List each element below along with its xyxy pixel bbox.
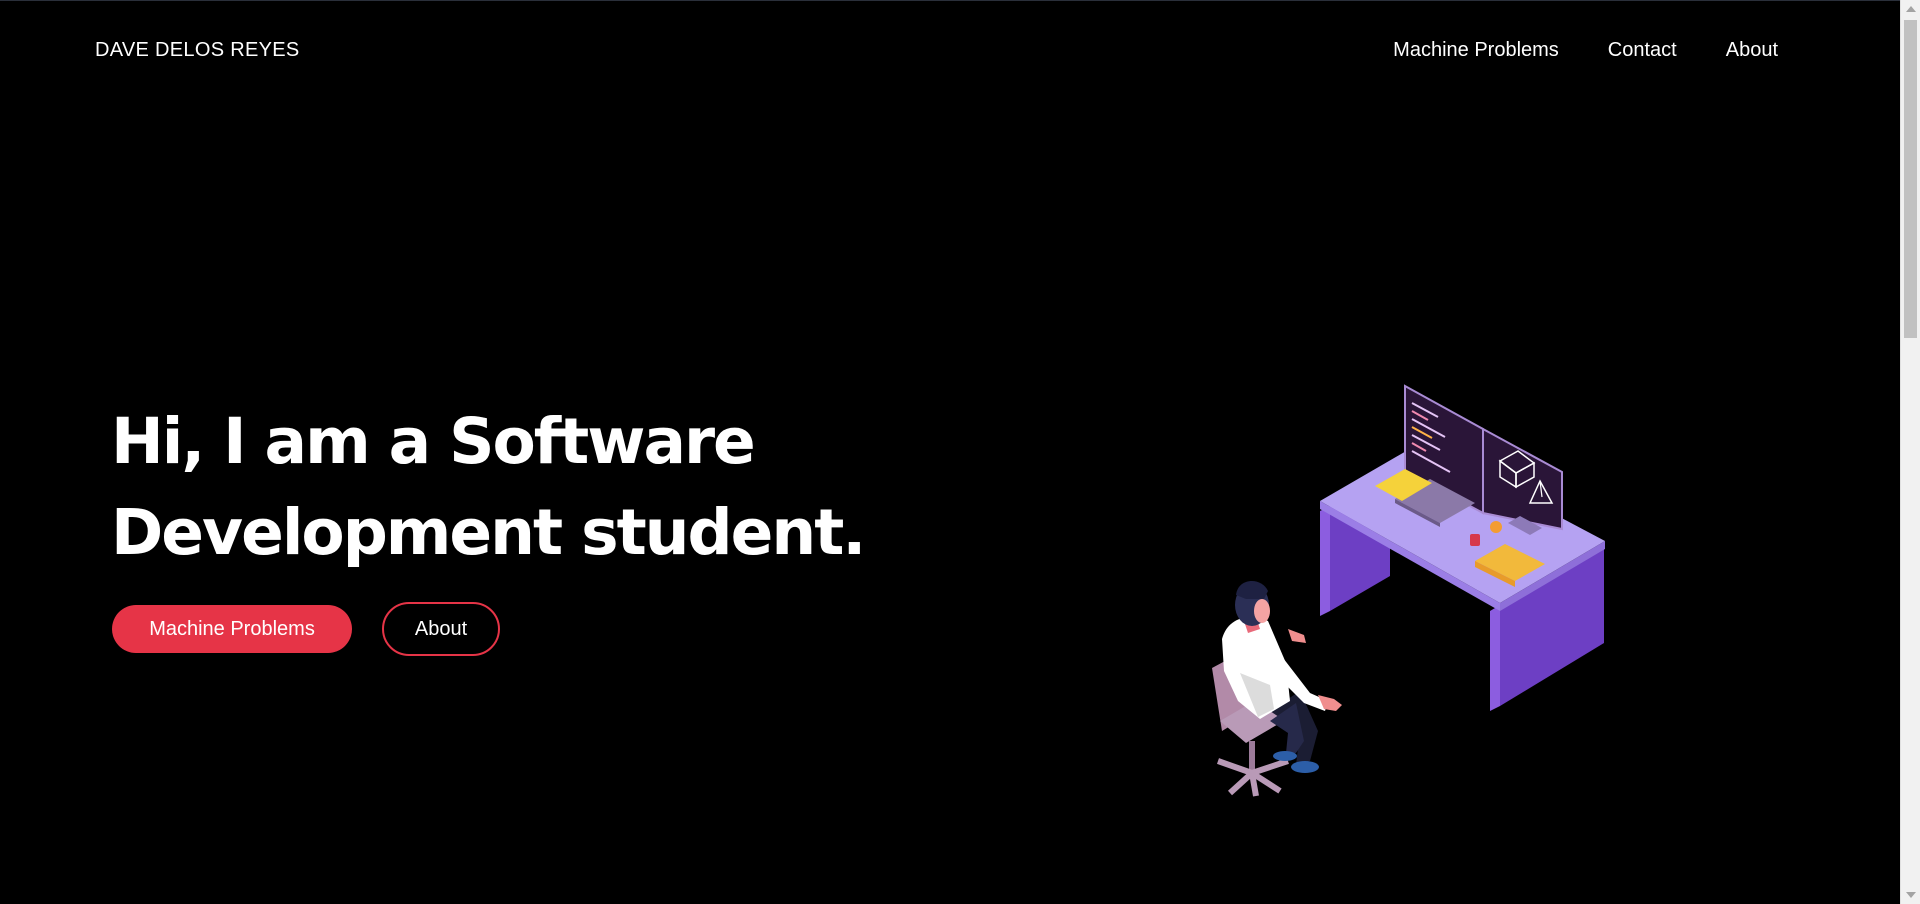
scroll-down-arrow-icon[interactable] xyxy=(1906,892,1916,898)
scroll-thumb[interactable] xyxy=(1904,20,1917,338)
brand-logo-link[interactable]: DAVE DELOS REYES xyxy=(95,39,300,62)
developer-at-desk-illustration xyxy=(1212,384,1605,797)
navbar: DAVE DELOS REYES Machine Problems Contac… xyxy=(0,1,1900,101)
page: DAVE DELOS REYES Machine Problems Contac… xyxy=(0,0,1900,904)
nav-link-about[interactable]: About xyxy=(1726,39,1778,62)
nav-link-contact[interactable]: Contact xyxy=(1608,39,1677,62)
hero-title: Hi, I am a Software Development student. xyxy=(111,405,866,569)
about-button[interactable]: About xyxy=(382,602,500,656)
nav-link-machine-problems[interactable]: Machine Problems xyxy=(1393,39,1559,62)
scroll-up-arrow-icon[interactable] xyxy=(1906,6,1916,12)
nav-links: Machine Problems Contact About xyxy=(1393,39,1778,62)
machine-problems-button[interactable]: Machine Problems xyxy=(112,605,352,653)
vertical-scrollbar[interactable] xyxy=(1900,0,1920,904)
